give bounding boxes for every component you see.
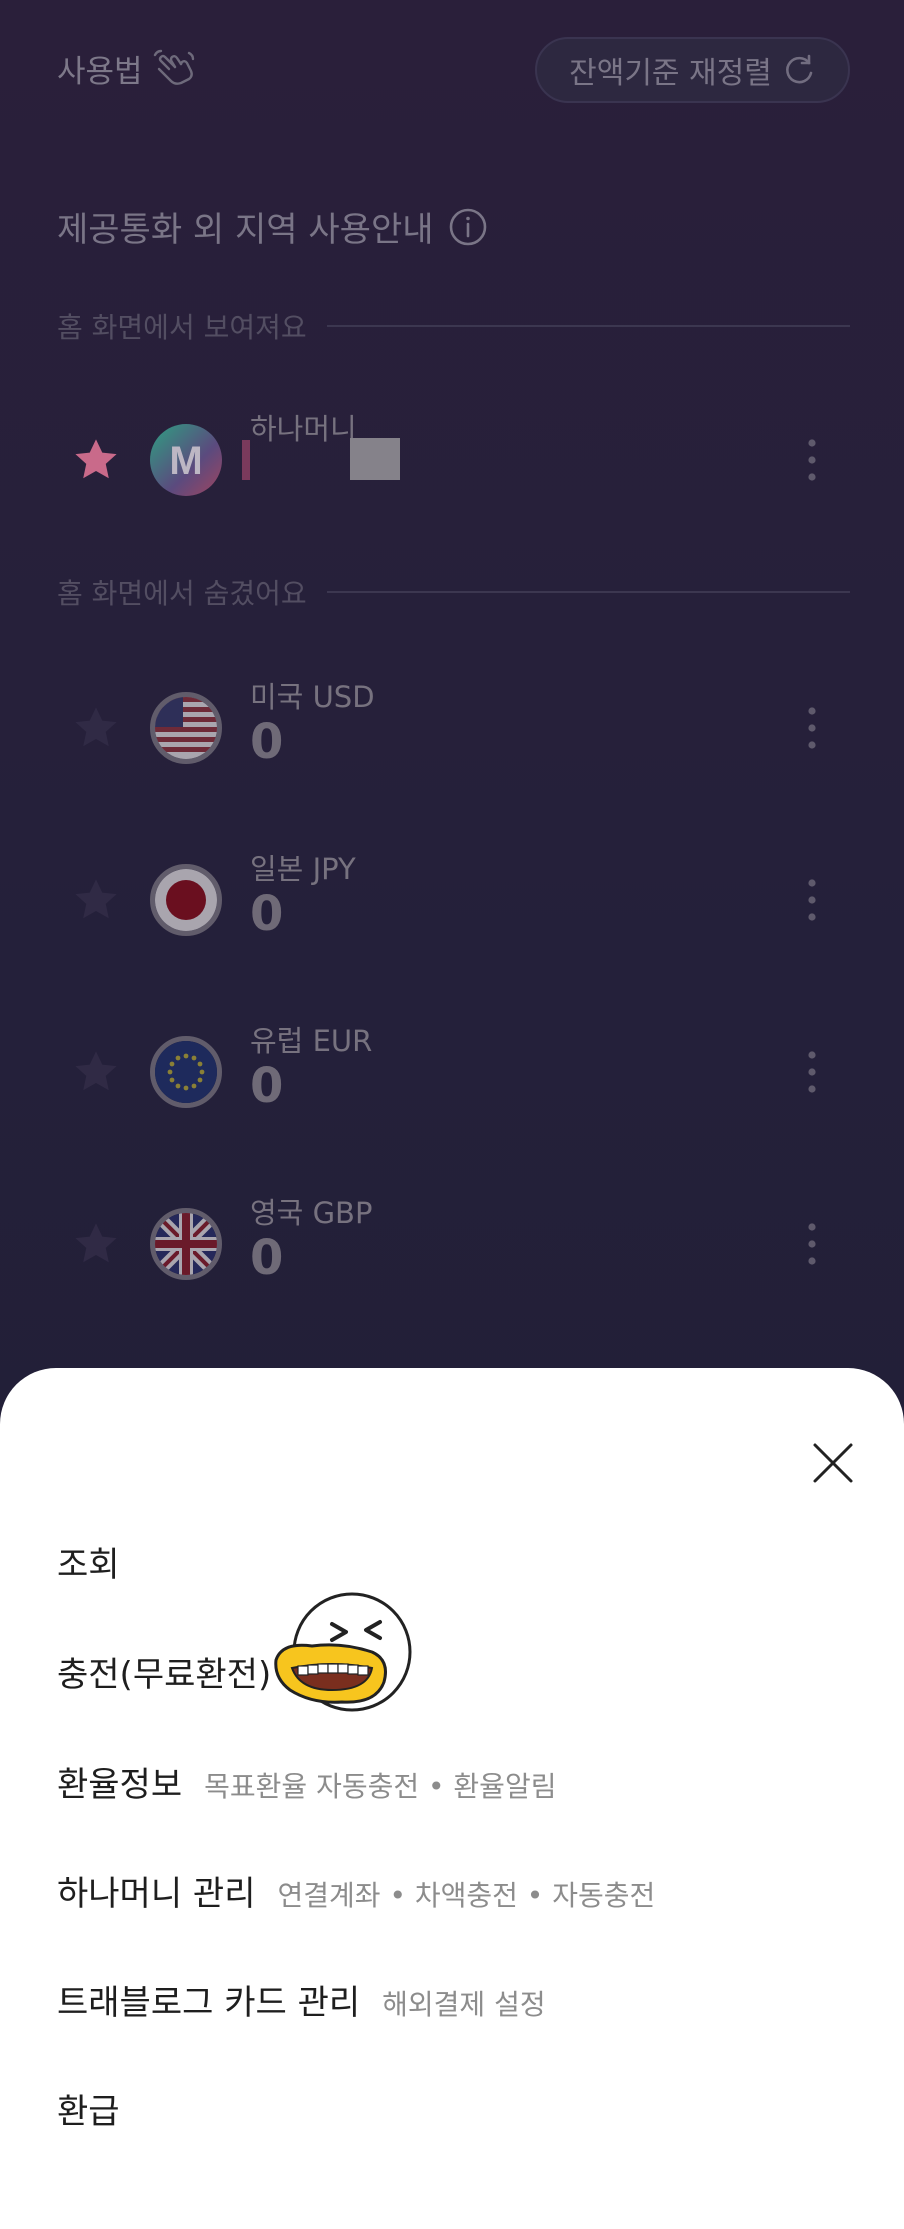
reorder-label: 잔액기준 재정렬 (569, 56, 772, 91)
currency-row-gbp[interactable]: 영국 GBP 0 (0, 1184, 904, 1304)
currency-name: 일본 JPY (250, 852, 356, 886)
menu-item-label: 환급 (57, 2092, 120, 2132)
japan-flag-icon (150, 864, 222, 936)
menu-item-hanamoney-manage[interactable]: 하나머니 관리 연결계좌 • 차액충전 • 자동충전 (57, 1866, 655, 1915)
hand-pointer-icon (153, 49, 194, 85)
divider-line (326, 325, 850, 327)
star-icon[interactable] (70, 1046, 122, 1098)
shown-section-divider: 홈 화면에서 보여져요 (57, 306, 850, 346)
currency-row-usd[interactable]: 미국 USD 0 (0, 668, 904, 788)
menu-item-sub: 목표환율 자동충전 • 환율알림 (204, 1770, 557, 1803)
menu-item-label: 트래블로그 카드 관리 (57, 1983, 361, 2023)
more-icon[interactable] (806, 437, 818, 483)
menu-item-label: 조회 (57, 1545, 120, 1585)
currency-row-hanamoney[interactable]: M 하나머니 (0, 400, 904, 520)
more-icon[interactable] (806, 1221, 818, 1267)
currency-row-eur[interactable]: 유럽 EUR 0 (0, 1012, 904, 1132)
menu-item-inquiry[interactable]: 조회 (57, 1537, 120, 1586)
laughing-duck-emoticon (274, 1592, 412, 1712)
star-icon[interactable] (70, 702, 122, 754)
close-icon[interactable] (812, 1442, 854, 1484)
info-icon (449, 208, 486, 245)
currency-amount: 0 (250, 1058, 284, 1114)
more-icon[interactable] (806, 705, 818, 751)
menu-item-charge[interactable]: 충전(무료환전) (57, 1647, 271, 1696)
notice-title: 제공통화 외 지역 사용안내 (57, 210, 434, 250)
howto-label: 사용법 (57, 54, 143, 90)
us-flag-icon (150, 692, 222, 764)
currency-name: 유럽 EUR (250, 1024, 373, 1058)
menu-item-refund[interactable]: 환급 (57, 2084, 120, 2133)
currency-name: 하나머니 (250, 412, 357, 446)
reorder-by-balance-button[interactable]: 잔액기준 재정렬 (535, 37, 850, 103)
star-icon[interactable] (70, 874, 122, 926)
refresh-icon (785, 54, 813, 84)
currency-amount: 0 (250, 886, 284, 942)
more-icon[interactable] (806, 877, 818, 923)
svg-text:M: M (169, 439, 202, 483)
star-icon[interactable] (70, 434, 122, 486)
menu-item-sub: 해외결제 설정 (382, 1988, 546, 2021)
redacted-block (350, 438, 400, 480)
more-icon[interactable] (806, 1049, 818, 1095)
divider-line (326, 591, 850, 593)
menu-item-label: 환율정보 (57, 1765, 183, 1805)
currency-amount: 0 (250, 714, 284, 770)
menu-item-sub: 연결계좌 • 차액충전 • 자동충전 (277, 1879, 656, 1912)
hidden-section-divider: 홈 화면에서 숨겼어요 (57, 572, 850, 612)
hidden-section-label: 홈 화면에서 숨겼어요 (57, 577, 307, 610)
eu-flag-icon (150, 1036, 222, 1108)
notice-link[interactable]: 제공통화 외 지역 사용안내 (57, 202, 488, 251)
currency-name: 미국 USD (250, 680, 375, 714)
howto-link[interactable]: 사용법 (57, 46, 199, 91)
menu-item-label: 하나머니 관리 (57, 1874, 256, 1914)
shown-section-label: 홈 화면에서 보여져요 (57, 311, 307, 344)
menu-item-label: 충전(무료환전) (57, 1655, 272, 1695)
currency-amount: 0 (250, 1230, 284, 1286)
star-icon[interactable] (70, 1218, 122, 1270)
menu-item-card-manage[interactable]: 트래블로그 카드 관리 해외결제 설정 (57, 1975, 546, 2024)
currency-row-jpy[interactable]: 일본 JPY 0 (0, 840, 904, 960)
currency-name: 영국 GBP (250, 1196, 373, 1230)
menu-item-exchange-rate[interactable]: 환율정보 목표환율 자동충전 • 환율알림 (57, 1757, 556, 1806)
uk-flag-icon (150, 1208, 222, 1280)
redacted-bar (242, 440, 250, 480)
hanamoney-icon: M (150, 424, 222, 496)
